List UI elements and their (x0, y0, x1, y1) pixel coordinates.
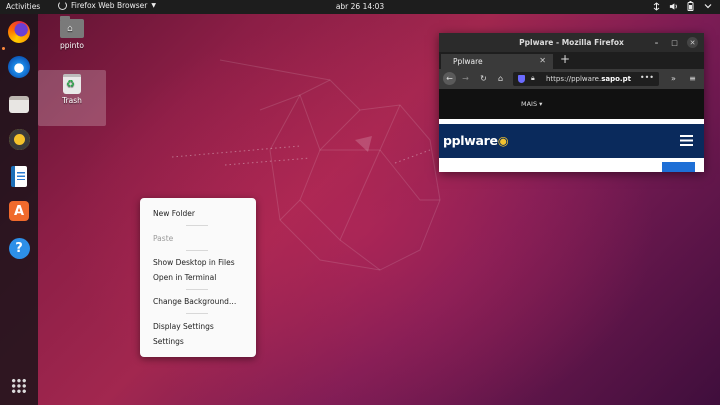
forward-icon[interactable]: → (459, 72, 472, 85)
menu-separator (186, 313, 208, 314)
menu-item-paste[interactable]: Paste (153, 234, 173, 243)
menu-item-open-in-terminal[interactable]: Open in Terminal (153, 273, 216, 282)
site-logo-right: ware (464, 133, 498, 148)
site-menu-icon[interactable] (680, 135, 693, 146)
page-actions-icon[interactable]: ••• (640, 73, 654, 82)
menu-separator (186, 250, 208, 251)
overflow-icon[interactable]: » (667, 72, 680, 85)
reload-icon[interactable]: ↻ (477, 72, 490, 85)
volume-icon (669, 1, 678, 11)
menu-separator (186, 225, 208, 226)
battery-icon (686, 1, 695, 11)
menu-separator (186, 289, 208, 290)
running-indicator (2, 47, 5, 50)
tab-pplware[interactable]: Pplware ✕ (441, 54, 553, 69)
logo-mascot-icon: ◉ (497, 133, 509, 148)
files-icon (9, 95, 29, 113)
home-folder-icon: ⌂ (60, 16, 84, 38)
site-nav-more[interactable]: MAIS ▾ (521, 100, 542, 108)
system-tray[interactable] (652, 1, 712, 11)
maximize-icon[interactable]: □ (669, 37, 680, 48)
new-tab-button[interactable]: + (560, 52, 570, 66)
dock-writer[interactable] (7, 164, 31, 188)
libreoffice-writer-icon (11, 165, 27, 187)
menu-item-settings[interactable]: Settings (153, 337, 184, 346)
clock[interactable]: abr 26 14:03 (336, 2, 384, 11)
close-icon[interactable]: ✕ (687, 37, 698, 48)
site-header: pplware◉ (439, 124, 704, 158)
firefox-icon (8, 21, 30, 43)
tracking-shield-icon[interactable] (518, 75, 525, 83)
desktop-context-menu: New Folder Paste Show Desktop in Files O… (140, 198, 256, 357)
tab-close-icon[interactable]: ✕ (539, 56, 546, 65)
site-nav-more-label: MAIS (521, 100, 538, 108)
url-bar[interactable]: 🔒︎ https://pplware.sapo.pt ••• (513, 72, 659, 86)
network-icon (652, 1, 661, 11)
firefox-window[interactable]: Pplware - Mozilla Firefox – □ ✕ Pplware … (439, 33, 704, 172)
window-titlebar[interactable]: Pplware - Mozilla Firefox – □ ✕ (439, 33, 704, 52)
window-controls: – □ ✕ (651, 37, 698, 48)
desktop-icon-label: Trash (62, 96, 82, 105)
site-logo-left: ppl (443, 133, 465, 148)
show-applications-button[interactable] (7, 374, 31, 398)
dock-thunderbird[interactable] (7, 55, 31, 79)
tab-label: Pplware (453, 57, 483, 66)
system-menu-icon (703, 1, 712, 11)
site-top-strip: MAIS ▾ (439, 89, 704, 119)
firefox-app-icon (58, 1, 67, 10)
app-menu[interactable]: Firefox Web Browser ▼ (58, 1, 156, 10)
desktop-icon-trash[interactable]: ♻ Trash (38, 70, 106, 126)
trash-icon: ♻ (63, 74, 81, 94)
top-bar: Activities Firefox Web Browser ▼ abr 26 … (0, 0, 720, 14)
help-icon: ? (8, 237, 30, 259)
hamburger-menu-icon[interactable]: ≡ (686, 72, 699, 85)
navigation-toolbar: ← → ↻ ⌂ 🔒︎ https://pplware.sapo.pt ••• »… (439, 69, 704, 89)
thunderbird-icon (8, 56, 30, 78)
desktop-icon-home[interactable]: ⌂ ppinto (38, 16, 106, 56)
site-blue-block (662, 162, 695, 172)
tab-bar: Pplware ✕ + (439, 52, 704, 69)
dock-software[interactable]: A (7, 199, 31, 223)
lock-icon[interactable]: 🔒︎ (531, 74, 535, 83)
menu-item-new-folder[interactable]: New Folder (153, 209, 195, 218)
dock-help[interactable]: ? (7, 236, 31, 260)
menu-item-change-background[interactable]: Change Background… (153, 297, 236, 306)
dock-rhythmbox[interactable] (7, 127, 31, 151)
activities-button[interactable]: Activities (6, 2, 40, 11)
dock-files[interactable] (7, 92, 31, 116)
rhythmbox-icon (8, 128, 30, 150)
dock-firefox[interactable] (7, 20, 31, 44)
app-menu-label: Firefox Web Browser (71, 1, 148, 10)
ubuntu-software-icon: A (9, 201, 29, 221)
site-logo[interactable]: pplware◉ (443, 133, 509, 148)
url-text-prefix: https://pplware. (546, 75, 602, 83)
desktop-icon-label: ppinto (60, 41, 84, 50)
home-icon[interactable]: ⌂ (494, 72, 507, 85)
minimize-icon[interactable]: – (651, 37, 662, 48)
chevron-down-icon: ▼ (151, 2, 156, 9)
page-content: MAIS ▾ pplware◉ (439, 89, 704, 172)
back-icon[interactable]: ← (443, 72, 456, 85)
menu-item-show-desktop-in-files[interactable]: Show Desktop in Files (153, 258, 235, 267)
url-text-domain: sapo.pt (601, 75, 631, 83)
menu-item-display-settings[interactable]: Display Settings (153, 322, 214, 331)
dock: A ? (0, 14, 38, 405)
show-applications-icon (11, 378, 27, 394)
